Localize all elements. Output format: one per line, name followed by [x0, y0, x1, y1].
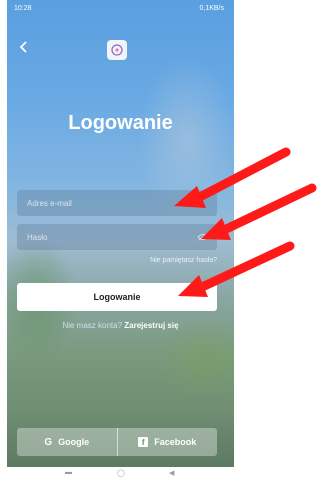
- arrow-login: [178, 241, 295, 297]
- arrow-email: [174, 147, 291, 208]
- arrow-password: [201, 183, 317, 240]
- annotation-arrows: [174, 147, 317, 297]
